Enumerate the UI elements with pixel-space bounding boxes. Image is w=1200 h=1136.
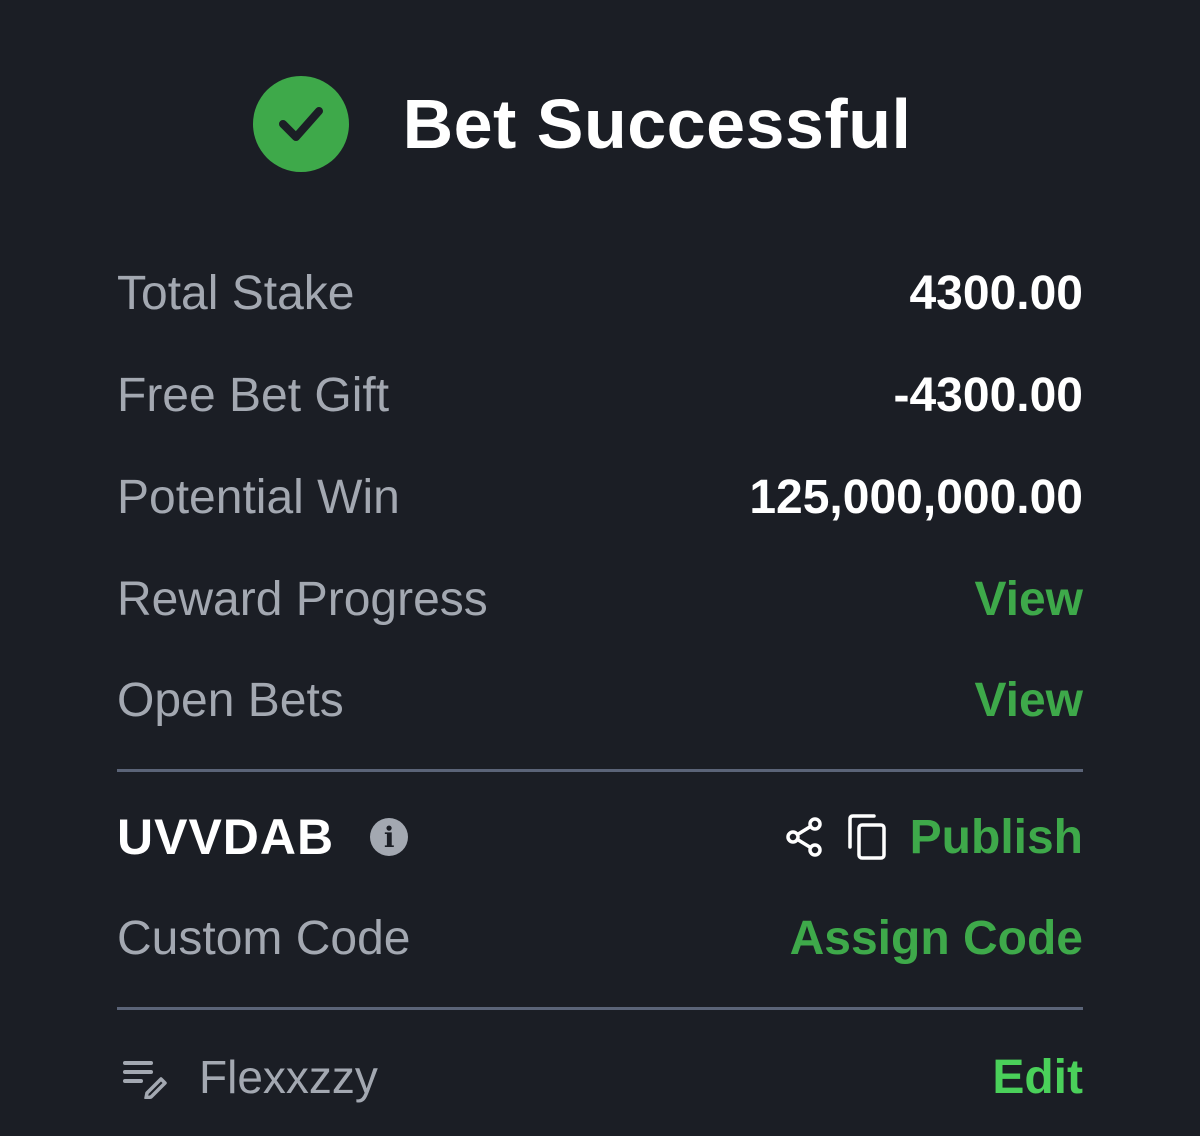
info-icon[interactable]: i bbox=[370, 818, 409, 856]
custom-code-label: Custom Code bbox=[117, 911, 411, 965]
divider bbox=[117, 1007, 1083, 1010]
open-bets-label: Open Bets bbox=[117, 673, 344, 727]
user-group: Flexxzzy bbox=[117, 1050, 378, 1104]
copy-icon[interactable] bbox=[846, 813, 888, 861]
booking-code-group: UVVDAB i bbox=[117, 808, 409, 866]
publish-button[interactable]: Publish bbox=[910, 810, 1083, 865]
potential-win-value: 125,000,000.00 bbox=[749, 470, 1083, 524]
username: Flexxzzy bbox=[199, 1051, 378, 1103]
divider bbox=[117, 769, 1083, 772]
check-circle-icon bbox=[252, 76, 349, 172]
total-stake-label: Total Stake bbox=[117, 266, 355, 320]
custom-code-row: Custom Code Assign Code bbox=[117, 908, 1083, 968]
bet-confirmation-panel: Bet Successful Total Stake 4300.00 Free … bbox=[0, 0, 1200, 1136]
page-title: Bet Successful bbox=[402, 85, 912, 163]
potential-win-label: Potential Win bbox=[117, 470, 400, 524]
open-bets-row: Open Bets View bbox=[117, 670, 1083, 730]
booking-code: UVVDAB bbox=[117, 809, 335, 865]
booking-actions: Publish bbox=[784, 810, 1083, 865]
potential-win-row: Potential Win 125,000,000.00 bbox=[117, 467, 1083, 527]
booking-code-row: UVVDAB i Publish bbox=[117, 807, 1083, 867]
total-stake-value: 4300.00 bbox=[909, 266, 1083, 320]
free-bet-row: Free Bet Gift -4300.00 bbox=[117, 365, 1083, 425]
assign-code-button[interactable]: Assign Code bbox=[790, 911, 1083, 966]
note-edit-icon bbox=[117, 1055, 167, 1099]
share-icon[interactable] bbox=[784, 816, 824, 858]
free-bet-label: Free Bet Gift bbox=[117, 368, 390, 422]
reward-progress-row: Reward Progress View bbox=[117, 569, 1083, 629]
open-bets-view-link[interactable]: View bbox=[974, 673, 1083, 728]
free-bet-value: -4300.00 bbox=[893, 368, 1084, 422]
total-stake-row: Total Stake 4300.00 bbox=[117, 263, 1083, 323]
user-row: Flexxzzy Edit bbox=[117, 1047, 1083, 1107]
reward-progress-label: Reward Progress bbox=[117, 572, 488, 626]
reward-progress-view-link[interactable]: View bbox=[974, 572, 1083, 627]
edit-button[interactable]: Edit bbox=[992, 1050, 1083, 1105]
success-header: Bet Successful bbox=[0, 74, 1200, 174]
